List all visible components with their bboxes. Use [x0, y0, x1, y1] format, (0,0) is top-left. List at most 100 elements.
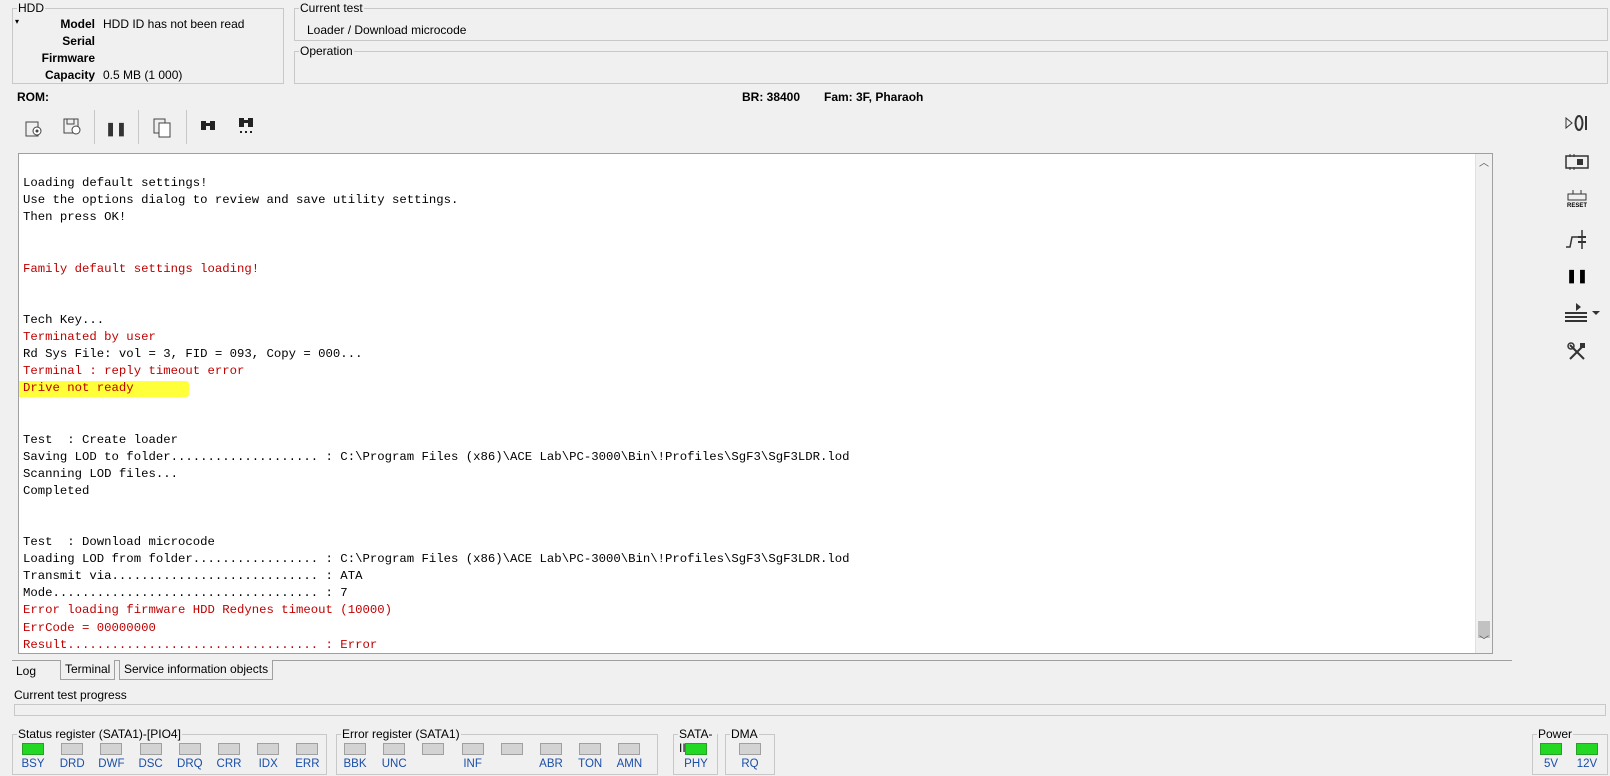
- status-register-group: Status register (SATA1)-[PIO4] BSY DRD DWF…: [12, 727, 327, 775]
- operation-group: Operation: [294, 44, 1608, 84]
- log-line: Drive not ready: [23, 381, 134, 396]
- led-label: DRQ: [177, 758, 203, 770]
- led-phy: [685, 743, 707, 755]
- find-icon[interactable]: [194, 112, 222, 140]
- family-label: Fam: 3F, Pharaoh: [824, 90, 924, 104]
- led-5v: [1540, 743, 1562, 755]
- model-label: Model: [60, 17, 95, 31]
- log-line: Loading LOD from folder.................…: [23, 552, 850, 567]
- led-abr: [540, 743, 562, 755]
- log-line: ErrCode = 00000000: [23, 620, 156, 635]
- led-label: BSY: [21, 758, 45, 770]
- baud-rate-label: BR: 38400: [742, 90, 801, 104]
- led-rq: [739, 743, 761, 755]
- side-pause-icon[interactable]: ❚❚: [1562, 261, 1592, 291]
- led-label: UNC: [381, 758, 407, 770]
- progress-bar: [14, 704, 1606, 716]
- power-toggle-icon[interactable]: [1562, 108, 1592, 138]
- tab-service-information-objects[interactable]: Service information objects: [119, 660, 274, 680]
- board-icon[interactable]: [1562, 147, 1592, 177]
- tab-terminal[interactable]: Terminal: [60, 660, 116, 680]
- reset-label: RESET: [1566, 203, 1587, 209]
- led-drq: [178, 743, 201, 755]
- copy-icon[interactable]: [148, 114, 176, 142]
- log-line: Error loading firmware HDD Redynes timeo…: [23, 603, 392, 618]
- find-next-icon[interactable]: [232, 112, 260, 140]
- load-settings-icon[interactable]: [20, 115, 48, 143]
- log-line: Loading default settings!: [23, 176, 208, 191]
- reset-icon[interactable]: RESET: [1562, 184, 1592, 214]
- log-line: Scanning LOD files...: [23, 466, 178, 481]
- pause-icon[interactable]: ❚❚: [102, 115, 130, 143]
- led-dsc: [139, 743, 162, 755]
- log-output[interactable]: Loading default settings! Use the options…: [18, 153, 1493, 654]
- dma-legend: DMA: [730, 727, 759, 741]
- scroll-up-icon[interactable]: ︿: [1479, 156, 1489, 173]
- led-dwf: [100, 743, 123, 755]
- current-test-value: Loader / Download microcode: [307, 23, 467, 37]
- led-ton: [579, 743, 602, 755]
- led-label: AMN: [616, 758, 643, 770]
- led-unused: [500, 743, 523, 755]
- current-test-group: Current test Loader / Download microcode: [294, 1, 1608, 41]
- error-register-legend: Error register (SATA1): [341, 727, 461, 741]
- jumper-icon[interactable]: [1562, 224, 1592, 254]
- current-test-legend: Current test: [299, 1, 364, 15]
- serial-label: Serial: [62, 34, 95, 48]
- log-line: Test : Download microcode: [23, 535, 215, 550]
- operation-legend: Operation: [299, 44, 354, 58]
- progress-label: Current test progress: [14, 688, 127, 702]
- led-inf: [461, 743, 484, 755]
- led-label: DSC: [138, 758, 163, 770]
- sata-group: SATA-II PHY: [673, 727, 718, 775]
- power-group: Power 5V 12V: [1532, 727, 1608, 775]
- led-label: BBK: [343, 758, 367, 770]
- capacity-label: Capacity: [44, 68, 95, 82]
- dma-group: DMA RQ: [725, 727, 775, 775]
- log-line: Completed: [23, 483, 90, 498]
- tab-log[interactable]: Log: [12, 662, 41, 684]
- log-toolbar: ❚❚: [14, 106, 1554, 150]
- led-drd: [61, 743, 84, 755]
- led-crr: [218, 743, 240, 755]
- log-line: Family default settings loading!: [23, 261, 260, 276]
- led-label: 5V: [1543, 758, 1559, 770]
- led-label: RQ: [741, 758, 759, 770]
- status-register-legend: Status register (SATA1)-[PIO4]: [17, 727, 182, 741]
- capacity-value: 0.5 MB (1 000): [103, 68, 183, 82]
- log-line: Use the options dialog to review and sav…: [23, 193, 459, 208]
- led-label: ERR: [295, 758, 320, 770]
- settings-dropdown-icon[interactable]: [1560, 298, 1604, 328]
- led-amn: [618, 743, 641, 755]
- led-label: ABR: [539, 758, 563, 770]
- led-label: TON: [578, 758, 603, 770]
- led-err: [296, 743, 319, 755]
- log-line: Rd Sys File: vol = 3, FID = 093, Copy = …: [23, 347, 363, 362]
- log-line: Saving LOD to folder....................…: [23, 449, 850, 464]
- log-scrollbar[interactable]: ︿ ﹀: [1475, 154, 1492, 653]
- log-line: Result..................................…: [23, 637, 378, 652]
- settings-tools-icon[interactable]: [1562, 337, 1592, 367]
- save-settings-icon[interactable]: [58, 113, 86, 141]
- log-line: Transmit via............................…: [23, 569, 363, 584]
- led-bsy: [22, 743, 44, 755]
- led-unc: [383, 743, 406, 755]
- log-line: Terminal : reply timeout error: [23, 364, 245, 379]
- led-label: DWF: [98, 758, 125, 770]
- log-line: Then press OK!: [23, 210, 127, 225]
- scroll-down-icon[interactable]: ﹀: [1479, 634, 1489, 651]
- error-register-group: Error register (SATA1) BBK UNC INF ABR TON AM…: [336, 727, 658, 775]
- log-line: Test : Create loader: [23, 432, 178, 447]
- firmware-label: Firmware: [41, 51, 95, 65]
- led-unused: [422, 743, 445, 755]
- led-label: INF: [463, 758, 482, 770]
- hdd-group: HDD ▾ Model HDD ID has not been read Ser…: [12, 1, 284, 84]
